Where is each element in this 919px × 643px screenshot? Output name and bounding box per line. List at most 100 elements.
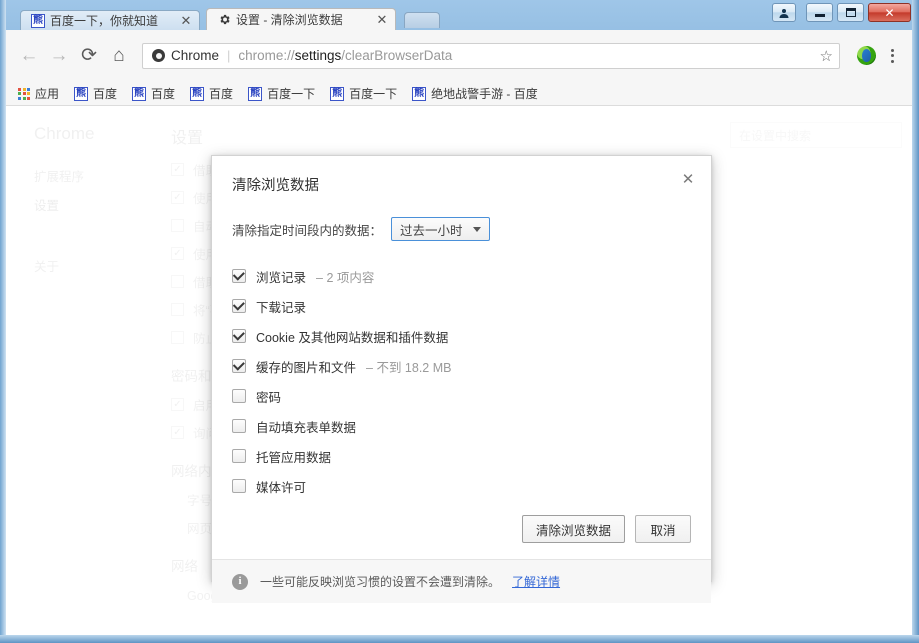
data-type-label: 自动填充表单数据 <box>256 420 357 435</box>
bookmark-item[interactable]: 熊 百度 <box>68 83 123 104</box>
bookmark-label: 应用 <box>35 87 60 101</box>
learn-more-link[interactable]: 了解详情 <box>512 573 560 590</box>
bookmark-item[interactable]: 熊 百度一下 <box>242 83 321 104</box>
bookmark-item[interactable]: 熊 百度 <box>126 83 181 104</box>
baidu-paw-icon: 熊 <box>330 86 345 101</box>
checkbox-icon[interactable] <box>232 359 246 373</box>
back-icon[interactable]: ← <box>14 41 44 71</box>
minimize-button[interactable] <box>806 3 833 22</box>
maximize-button[interactable] <box>837 3 864 22</box>
browser-window: 熊 百度一下，你就知道 ✕ 设置 - 清除浏览数据 ✕ ✕ ← → ⟳ ⌂ Ch… <box>0 0 919 643</box>
checkbox-icon[interactable] <box>232 329 246 343</box>
tab-close-icon[interactable]: ✕ <box>179 13 193 28</box>
data-type-row-cache[interactable]: 缓存的图片和文件 – 不到 18.2 MB <box>232 351 691 381</box>
baidu-paw-icon: 熊 <box>248 86 263 101</box>
window-controls: ✕ <box>772 3 911 22</box>
dialog-body: ✕ 清除浏览数据 清除指定时间段内的数据： 过去一小时 浏览记录 – 2 项内容 <box>212 156 711 501</box>
tab-title: 设置 - 清除浏览数据 <box>236 13 343 27</box>
page-content: Chrome 扩展程序 设置 关于 设置 ✓ 借助预测服务更快速地加载网页 ✓ … <box>6 106 912 635</box>
security-indicator: Chrome <box>152 48 219 63</box>
data-type-row-passwords[interactable]: 密码 <box>232 381 691 411</box>
apps-grid-icon <box>18 87 30 100</box>
checkbox-icon[interactable] <box>232 449 246 463</box>
bookmark-label: 百度 <box>151 87 176 101</box>
checkbox-icon[interactable] <box>232 299 246 313</box>
url-text: chrome://settings/clearBrowserData <box>238 48 452 63</box>
bookmarks-bar: 应用 熊 百度 熊 百度 熊 百度 熊 百度一下 熊 百度一下 熊 绝地战警手游… <box>6 82 912 106</box>
bookmark-apps[interactable]: 应用 <box>12 83 65 104</box>
chrome-logo-icon <box>152 49 165 62</box>
checkbox-icon[interactable] <box>232 479 246 493</box>
baidu-paw-icon: 熊 <box>31 13 45 28</box>
dialog-actions: 清除浏览数据 取消 <box>212 501 711 559</box>
globe-extension-icon[interactable] <box>857 46 876 65</box>
tab-settings[interactable]: 设置 - 清除浏览数据 ✕ <box>206 8 396 30</box>
info-icon: i <box>232 573 248 590</box>
new-tab-button[interactable] <box>404 12 440 28</box>
data-type-row-hosted-apps[interactable]: 托管应用数据 <box>232 441 691 471</box>
bookmark-label: 百度 <box>209 87 234 101</box>
bookmark-item[interactable]: 熊 百度 <box>184 83 239 104</box>
dialog-title: 清除浏览数据 <box>232 178 319 194</box>
bookmark-star-icon[interactable]: ☆ <box>812 47 833 65</box>
bookmark-item[interactable]: 熊 百度一下 <box>324 83 403 104</box>
tab-close-icon[interactable]: ✕ <box>375 12 389 27</box>
checkbox-icon[interactable] <box>232 269 246 283</box>
clear-browsing-data-dialog: ✕ 清除浏览数据 清除指定时间段内的数据： 过去一小时 浏览记录 – 2 项内容 <box>211 155 712 603</box>
data-type-row-cookies[interactable]: Cookie 及其他网站数据和插件数据 <box>232 321 691 351</box>
data-type-label: 托管应用数据 <box>256 450 332 465</box>
cancel-button[interactable]: 取消 <box>635 515 691 543</box>
close-icon[interactable]: ✕ <box>679 170 697 188</box>
data-type-label: 浏览记录 <box>256 270 307 285</box>
footer-text: 一些可能反映浏览习惯的设置不会遭到清除。 <box>260 575 501 589</box>
bookmark-item[interactable]: 熊 绝地战警手游 - 百度 <box>406 83 544 104</box>
home-icon[interactable]: ⌂ <box>104 41 134 71</box>
time-period-row: 清除指定时间段内的数据： 过去一小时 <box>232 217 691 241</box>
dialog-footer: i 一些可能反映浏览习惯的设置不会遭到清除。 了解详情 <box>212 559 711 603</box>
bookmark-label: 百度 <box>93 87 118 101</box>
checkbox-icon[interactable] <box>232 389 246 403</box>
bookmark-label: 百度一下 <box>349 87 398 101</box>
close-button[interactable]: ✕ <box>868 3 911 22</box>
checkbox-icon[interactable] <box>232 419 246 433</box>
data-type-row-autofill[interactable]: 自动填充表单数据 <box>232 411 691 441</box>
url-prefix: chrome:// <box>238 48 295 63</box>
chrome-menu-icon[interactable] <box>880 48 904 63</box>
baidu-paw-icon: 熊 <box>132 86 147 101</box>
data-type-label: 下载记录 <box>256 300 307 315</box>
data-type-row-downloads[interactable]: 下载记录 <box>232 291 691 321</box>
bookmark-label: 百度一下 <box>267 87 316 101</box>
omnibox-separator: | <box>227 48 231 63</box>
data-type-row-media-licenses[interactable]: 媒体许可 <box>232 471 691 501</box>
data-type-label: 媒体许可 <box>256 480 307 495</box>
data-type-detail: – 不到 18.2 MB <box>366 360 452 375</box>
baidu-paw-icon: 熊 <box>412 86 427 101</box>
clear-data-button[interactable]: 清除浏览数据 <box>521 515 625 543</box>
tab-baidu[interactable]: 熊 百度一下，你就知道 ✕ <box>20 10 200 30</box>
chevron-down-icon <box>472 226 481 232</box>
reload-icon[interactable]: ⟳ <box>74 41 104 71</box>
browser-toolbar: ← → ⟳ ⌂ Chrome | chrome://settings/clear… <box>6 30 912 82</box>
title-bar: 熊 百度一下，你就知道 ✕ 设置 - 清除浏览数据 ✕ ✕ <box>0 0 919 30</box>
security-label: Chrome <box>171 48 220 63</box>
tab-title: 百度一下，你就知道 <box>50 14 159 28</box>
data-type-detail: – 2 项内容 <box>316 270 375 285</box>
time-period-label: 清除指定时间段内的数据： <box>232 223 383 238</box>
baidu-paw-icon: 熊 <box>190 86 205 101</box>
gear-icon <box>217 13 231 27</box>
url-emphasis: settings <box>294 48 342 63</box>
url-suffix: /clearBrowserData <box>341 48 453 63</box>
time-period-select[interactable]: 过去一小时 <box>391 217 490 241</box>
window-frame-bottom <box>0 635 919 643</box>
data-type-label: 缓存的图片和文件 <box>256 360 357 375</box>
bookmark-label: 绝地战警手游 - 百度 <box>431 87 538 101</box>
data-type-label: 密码 <box>256 390 282 405</box>
data-type-label: Cookie 及其他网站数据和插件数据 <box>256 330 449 345</box>
user-profile-button[interactable] <box>772 3 796 22</box>
address-bar[interactable]: Chrome | chrome://settings/clearBrowserD… <box>142 42 840 69</box>
baidu-paw-icon: 熊 <box>74 86 89 101</box>
window-frame-right <box>912 0 919 643</box>
forward-icon[interactable]: → <box>44 41 74 71</box>
data-type-row-history[interactable]: 浏览记录 – 2 项内容 <box>232 261 691 291</box>
time-period-value: 过去一小时 <box>400 223 463 238</box>
